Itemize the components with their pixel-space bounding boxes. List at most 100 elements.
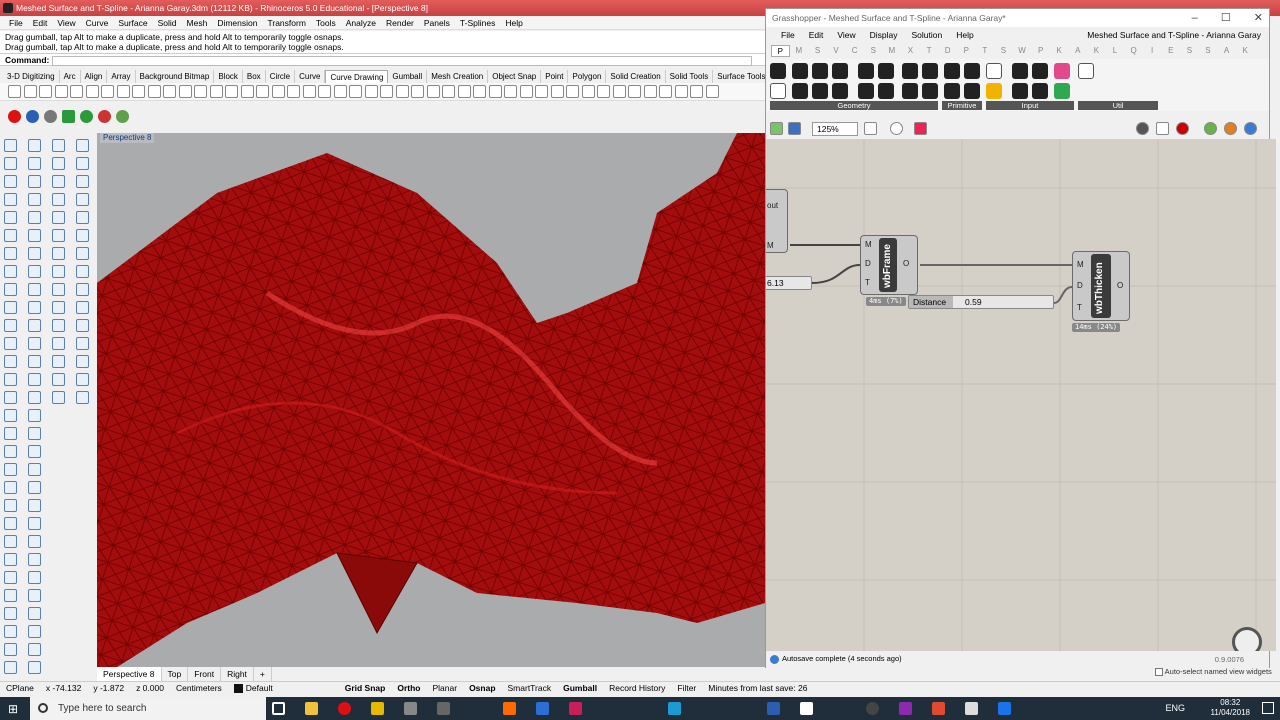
menu-tools[interactable]: Tools <box>311 16 341 29</box>
opera-icon[interactable] <box>338 702 351 715</box>
tab-mesh-creation[interactable]: Mesh Creation <box>427 70 489 83</box>
palette-tool-icon[interactable] <box>28 535 41 548</box>
mail-icon[interactable] <box>800 702 813 715</box>
tab-array[interactable]: Array <box>107 70 136 83</box>
gh-menu-file[interactable]: File <box>774 29 802 42</box>
tab-arc[interactable]: Arc <box>60 70 81 83</box>
notifications-icon[interactable] <box>1262 702 1274 714</box>
component-icon[interactable] <box>944 63 960 79</box>
curve-tool-icon[interactable] <box>194 85 207 98</box>
gh-tab[interactable]: W <box>1013 45 1032 57</box>
component-icon[interactable] <box>1032 83 1048 99</box>
curve-tool-icon[interactable] <box>597 85 610 98</box>
viewport-label[interactable]: Perspective 8 <box>100 133 155 143</box>
palette-tool-icon[interactable] <box>4 355 17 368</box>
menu-view[interactable]: View <box>52 16 80 29</box>
curve-tool-icon[interactable] <box>473 85 486 98</box>
curve-tool-icon[interactable] <box>101 85 114 98</box>
indesign-icon[interactable] <box>569 702 582 715</box>
perspective-viewport[interactable] <box>97 133 765 667</box>
group-input[interactable]: Input <box>986 101 1074 110</box>
palette-tool-icon[interactable] <box>76 229 89 242</box>
gh-tab[interactable]: L <box>1106 45 1125 57</box>
curve-tool-icon[interactable] <box>132 85 145 98</box>
gh-tab[interactable]: S <box>1180 45 1199 57</box>
palette-tool-icon[interactable] <box>52 247 65 260</box>
tab-solid-creation[interactable]: Solid Creation <box>606 70 666 83</box>
menu-dimension[interactable]: Dimension <box>212 16 262 29</box>
preview-eye-icon[interactable] <box>890 122 903 135</box>
palette-tool-icon[interactable] <box>28 337 41 350</box>
gh-tab[interactable]: M <box>883 45 902 57</box>
distance-slider[interactable]: Distance 0.59 <box>908 295 1054 309</box>
shaded-icon[interactable] <box>1176 122 1189 135</box>
gh-menu-help[interactable]: Help <box>949 29 980 42</box>
palette-tool-icon[interactable] <box>52 301 65 314</box>
curve-tool-icon[interactable] <box>287 85 300 98</box>
palette-tool-icon[interactable] <box>52 319 65 332</box>
start-icon[interactable]: ⊞ <box>8 702 22 716</box>
viewport-tab-right[interactable]: Right <box>221 667 254 681</box>
component-icon[interactable] <box>1078 63 1094 79</box>
app-icon[interactable] <box>998 702 1011 715</box>
gh-tab[interactable]: A <box>1217 45 1236 57</box>
gh-menu-display[interactable]: Display <box>863 29 905 42</box>
palette-tool-icon[interactable] <box>76 139 89 152</box>
palette-tool-icon[interactable] <box>28 301 41 314</box>
component-icon[interactable] <box>878 83 894 99</box>
component-icon[interactable] <box>1012 83 1028 99</box>
palette-tool-icon[interactable] <box>4 463 17 476</box>
palette-tool-icon[interactable] <box>76 193 89 206</box>
gh-tab[interactable]: I <box>1143 45 1162 57</box>
curve-tool-icon[interactable] <box>411 85 424 98</box>
curve-tool-icon[interactable] <box>364 85 378 98</box>
rhino-icon[interactable] <box>404 702 417 715</box>
wbthicken-input-d[interactable]: D <box>1077 281 1083 290</box>
chrome-icon[interactable] <box>866 702 879 715</box>
curve-tool-icon[interactable] <box>209 85 223 98</box>
gh-tab[interactable]: P <box>771 45 790 57</box>
wbthicken-input-t[interactable]: T <box>1077 303 1082 312</box>
component-icon[interactable] <box>944 83 960 99</box>
palette-tool-icon[interactable] <box>4 373 17 386</box>
render-shield-icon[interactable] <box>62 110 75 123</box>
curve-tool-icon[interactable] <box>488 85 502 98</box>
palette-tool-icon[interactable] <box>28 139 41 152</box>
gh-tab[interactable]: V <box>827 45 846 57</box>
palette-tool-icon[interactable] <box>4 661 17 674</box>
photos-icon[interactable] <box>965 702 978 715</box>
wbthicken-output-o[interactable]: O <box>1117 281 1123 290</box>
palette-tool-icon[interactable] <box>76 355 89 368</box>
menu-edit[interactable]: Edit <box>28 16 53 29</box>
palette-tool-icon[interactable] <box>28 175 41 188</box>
palette-tool-icon[interactable] <box>4 607 17 620</box>
navigation-compass-icon[interactable] <box>1232 627 1262 651</box>
filter-toggle[interactable]: Filter <box>671 682 702 695</box>
component-icon[interactable] <box>832 83 848 99</box>
palette-tool-icon[interactable] <box>52 175 65 188</box>
sketch-icon[interactable] <box>914 122 927 135</box>
zoom-extents-icon[interactable] <box>864 122 877 135</box>
gh-tab[interactable]: X <box>901 45 920 57</box>
curve-tool-icon[interactable] <box>23 85 37 98</box>
palette-tool-icon[interactable] <box>4 319 17 332</box>
palette-tool-icon[interactable] <box>76 319 89 332</box>
palette-tool-icon[interactable] <box>52 229 65 242</box>
palette-tool-icon[interactable] <box>4 445 17 458</box>
palette-tool-icon[interactable] <box>28 319 41 332</box>
wbframe-input-d[interactable]: D <box>865 259 871 268</box>
wbthicken-component[interactable]: M D T wbThicken O <box>1072 251 1130 321</box>
tab-polygon[interactable]: Polygon <box>568 70 607 83</box>
palette-tool-icon[interactable] <box>76 373 89 386</box>
palette-tool-icon[interactable] <box>76 283 89 296</box>
render-sphere-icon[interactable] <box>8 110 21 123</box>
palette-tool-icon[interactable] <box>28 391 41 404</box>
component-icon[interactable] <box>858 83 874 99</box>
tab-surface-tools[interactable]: Surface Tools <box>713 70 771 83</box>
palette-tool-icon[interactable] <box>28 625 41 638</box>
palette-tool-icon[interactable] <box>4 301 17 314</box>
palette-tool-icon[interactable] <box>28 427 41 440</box>
palette-tool-icon[interactable] <box>28 517 41 530</box>
palette-tool-icon[interactable] <box>28 589 41 602</box>
palette-tool-icon[interactable] <box>52 391 65 404</box>
